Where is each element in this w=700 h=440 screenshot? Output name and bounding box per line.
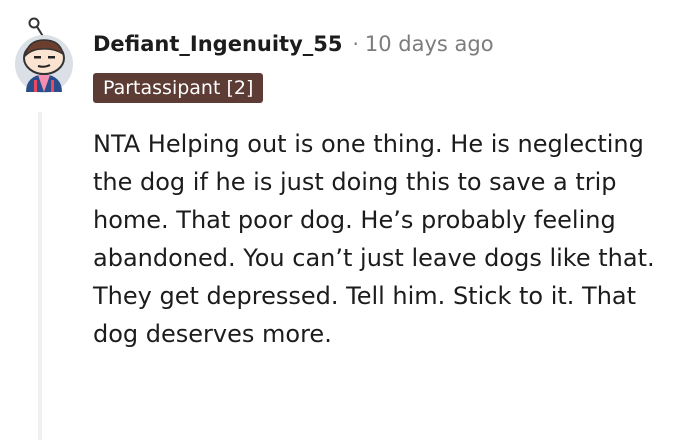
meta-separator: · (352, 32, 359, 56)
user-avatar-icon[interactable] (14, 16, 74, 96)
user-flair-badge: Partassipant [2] (93, 73, 264, 103)
comment-timestamp-link[interactable]: 10 days ago (365, 32, 494, 56)
comment-body-text: NTA Helping out is one thing. He is negl… (93, 130, 655, 348)
author-username-link[interactable]: Defiant_Ingenuity_55 (93, 32, 343, 56)
thread-collapse-line[interactable] (38, 112, 42, 440)
comment-header: Defiant_Ingenuity_55 · 10 days ago (93, 28, 494, 60)
